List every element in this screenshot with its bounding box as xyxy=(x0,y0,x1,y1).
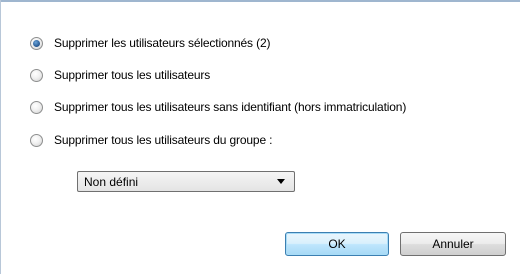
radio-delete-selected[interactable]: Supprimer les utilisateurs sélectionnés … xyxy=(30,34,270,52)
radio-label: Supprimer tous les utilisateurs du group… xyxy=(54,133,273,147)
group-select[interactable]: Non défini xyxy=(77,171,295,192)
radio-delete-without-id[interactable]: Supprimer tous les utilisateurs sans ide… xyxy=(30,98,406,116)
radio-button[interactable] xyxy=(30,133,43,147)
radio-delete-group[interactable]: Supprimer tous les utilisateurs du group… xyxy=(30,131,272,149)
radio-button[interactable] xyxy=(30,100,43,114)
chevron-down-icon[interactable] xyxy=(277,179,285,184)
window-top-border xyxy=(0,0,520,2)
radio-label: Supprimer tous les utilisateurs xyxy=(54,68,211,82)
window-left-border xyxy=(0,0,1,274)
cancel-button[interactable]: Annuler xyxy=(400,232,506,256)
radio-label: Supprimer les utilisateurs sélectionnés … xyxy=(54,36,271,50)
radio-button-checked[interactable] xyxy=(30,36,43,50)
radio-delete-all[interactable]: Supprimer tous les utilisateurs xyxy=(30,66,210,84)
radio-label: Supprimer tous les utilisateurs sans ide… xyxy=(54,100,407,114)
ok-button[interactable]: OK xyxy=(285,232,389,256)
radio-button[interactable] xyxy=(30,68,43,82)
group-select-value: Non défini xyxy=(84,174,139,189)
